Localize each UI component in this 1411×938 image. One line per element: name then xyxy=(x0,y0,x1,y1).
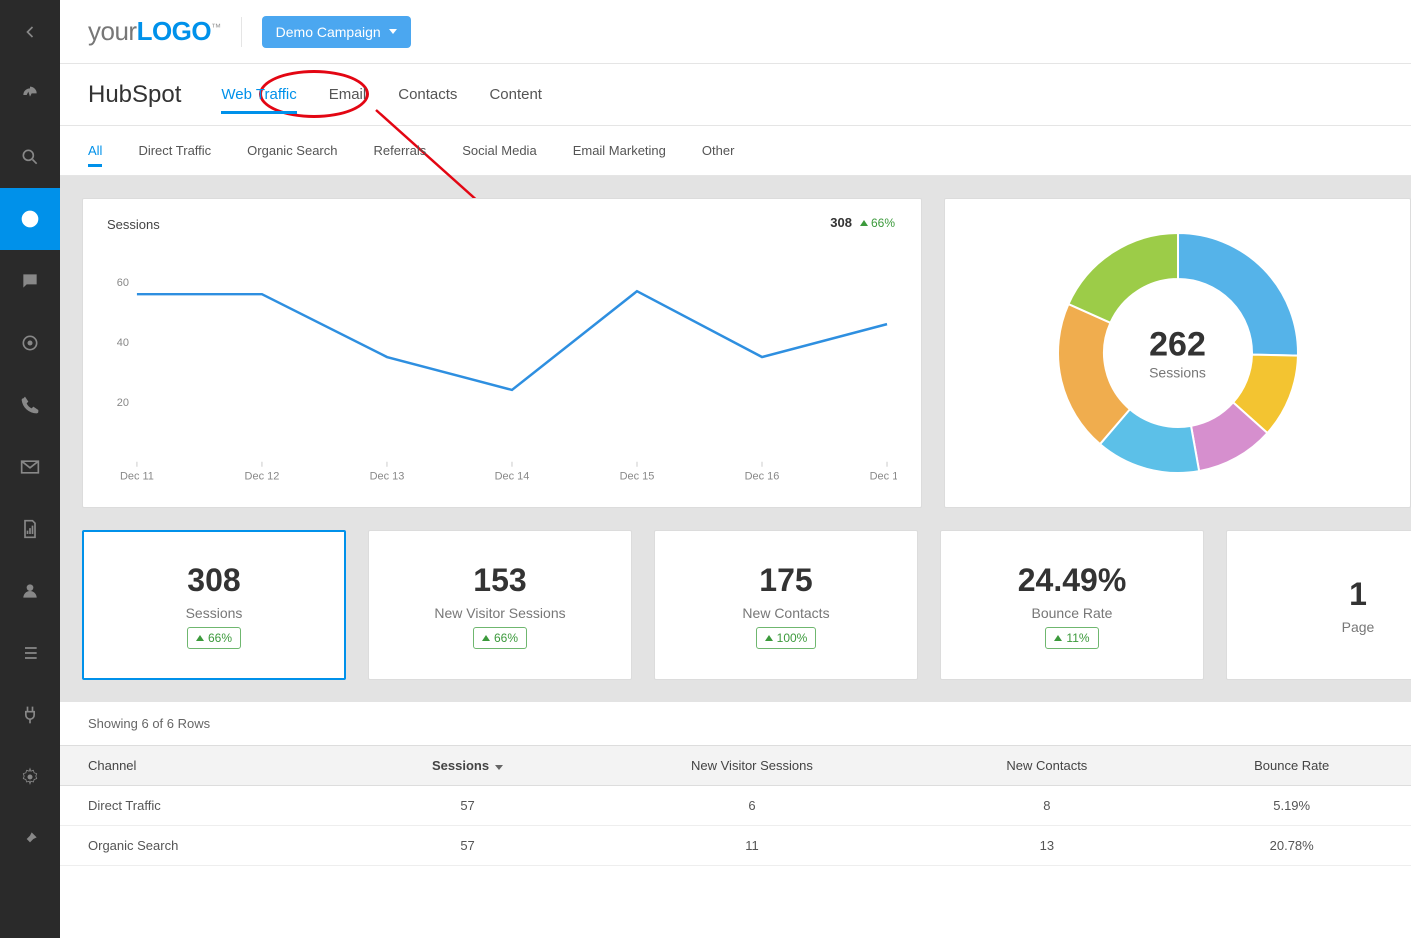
sidebar-pin[interactable] xyxy=(0,808,60,870)
main: yourLOGO™ Demo Campaign HubSpot Web Traf… xyxy=(60,0,1411,938)
sidebar-plugin[interactable] xyxy=(0,684,60,746)
topbar: yourLOGO™ Demo Campaign xyxy=(60,0,1411,64)
svg-text:20: 20 xyxy=(117,397,129,409)
triangle-up-icon xyxy=(860,220,868,226)
tab-content[interactable]: Content xyxy=(489,67,542,122)
subtab-bar: All Direct Traffic Organic Search Referrals… xyxy=(60,126,1411,176)
kpi-bounce-rate[interactable]: 24.49%Bounce Rate11% xyxy=(940,530,1204,680)
logo: yourLOGO™ xyxy=(88,16,221,47)
svg-text:Dec 16: Dec 16 xyxy=(745,471,780,483)
svg-text:Dec 13: Dec 13 xyxy=(370,471,405,483)
table-info: Showing 6 of 6 Rows xyxy=(60,702,1411,745)
subtab-all[interactable]: All xyxy=(88,128,102,173)
sidebar-settings[interactable] xyxy=(0,746,60,808)
col-new-visitor-sessions[interactable]: New Visitor Sessions xyxy=(583,746,922,786)
svg-text:Dec 17: Dec 17 xyxy=(870,471,897,483)
sidebar-collapse[interactable] xyxy=(0,0,60,64)
sidebar-target[interactable] xyxy=(0,312,60,374)
svg-text:Dec 11: Dec 11 xyxy=(120,471,154,483)
sidebar xyxy=(0,0,60,938)
svg-text:Dec 12: Dec 12 xyxy=(245,471,280,483)
tab-email[interactable]: Email xyxy=(329,67,367,122)
col-new-contacts[interactable]: New Contacts xyxy=(921,746,1172,786)
sidebar-phone[interactable] xyxy=(0,374,60,436)
sidebar-search[interactable] xyxy=(0,126,60,188)
subtab-referrals[interactable]: Referrals xyxy=(374,128,427,173)
svg-text:Dec 15: Dec 15 xyxy=(620,471,655,483)
sidebar-report[interactable] xyxy=(0,498,60,560)
table-body: Direct Traffic57685.19%Organic Search571… xyxy=(60,786,1411,866)
col-sessions[interactable]: Sessions xyxy=(353,746,583,786)
sessions-line-chart: 20 40 60 Dec 11 Dec 12 Dec 13 Dec 14 Dec 15 Dec … xyxy=(107,242,897,492)
sidebar-list[interactable] xyxy=(0,622,60,684)
kpi-page[interactable]: 1Page xyxy=(1226,530,1411,680)
donut-card: 262 Sessions xyxy=(944,198,1411,508)
subtab-other[interactable]: Other xyxy=(702,128,735,173)
subtab-email-marketing[interactable]: Email Marketing xyxy=(573,128,666,173)
tab-contacts[interactable]: Contacts xyxy=(398,67,457,122)
chart-header-value: 308 66% xyxy=(830,215,895,230)
chart-title: Sessions xyxy=(107,217,897,232)
kpi-row: 308Sessions66%153New Visitor Sessions66%… xyxy=(82,530,1411,680)
col-channel[interactable]: Channel xyxy=(60,746,353,786)
sidebar-dashboard[interactable] xyxy=(0,64,60,126)
table-header-row: ChannelSessionsNew Visitor SessionsNew C… xyxy=(60,746,1411,786)
chevron-down-icon xyxy=(389,29,397,34)
sessions-chart-card: Sessions 308 66% 20 40 60 Dec 11 Dec 12 Dec 1… xyxy=(82,198,922,508)
channels-table: ChannelSessionsNew Visitor SessionsNew C… xyxy=(60,745,1411,866)
campaign-dropdown[interactable]: Demo Campaign xyxy=(262,16,411,48)
col-bounce-rate[interactable]: Bounce Rate xyxy=(1172,746,1411,786)
kpi-new-visitor-sessions[interactable]: 153New Visitor Sessions66% xyxy=(368,530,632,680)
table-row[interactable]: Organic Search57111320.78% xyxy=(60,826,1411,866)
sidebar-user[interactable] xyxy=(0,560,60,622)
subtab-social-media[interactable]: Social Media xyxy=(462,128,536,173)
donut-center: 262 Sessions xyxy=(1149,326,1206,381)
kpi-new-contacts[interactable]: 175New Contacts100% xyxy=(654,530,918,680)
tab-bar: HubSpot Web Traffic Email Contacts Content xyxy=(60,64,1411,126)
svg-text:60: 60 xyxy=(117,277,129,289)
table-row[interactable]: Direct Traffic57685.19% xyxy=(60,786,1411,826)
tab-web-traffic[interactable]: Web Traffic xyxy=(221,67,296,122)
sidebar-analytics[interactable] xyxy=(0,188,60,250)
sidebar-chat[interactable] xyxy=(0,250,60,312)
sidebar-mail[interactable] xyxy=(0,436,60,498)
kpi-sessions[interactable]: 308Sessions66% xyxy=(82,530,346,680)
campaign-label: Demo Campaign xyxy=(276,24,381,40)
subtab-direct-traffic[interactable]: Direct Traffic xyxy=(138,128,211,173)
chart-pct-badge: 66% xyxy=(860,216,895,230)
svg-text:Dec 14: Dec 14 xyxy=(495,471,530,483)
content: Sessions 308 66% 20 40 60 Dec 11 Dec 12 Dec 1… xyxy=(60,176,1411,866)
svg-text:40: 40 xyxy=(117,337,129,349)
page-title: HubSpot xyxy=(88,81,181,109)
subtab-organic-search[interactable]: Organic Search xyxy=(247,128,337,173)
topbar-separator xyxy=(241,17,242,47)
table-section: Showing 6 of 6 Rows ChannelSessionsNew V… xyxy=(60,702,1411,866)
